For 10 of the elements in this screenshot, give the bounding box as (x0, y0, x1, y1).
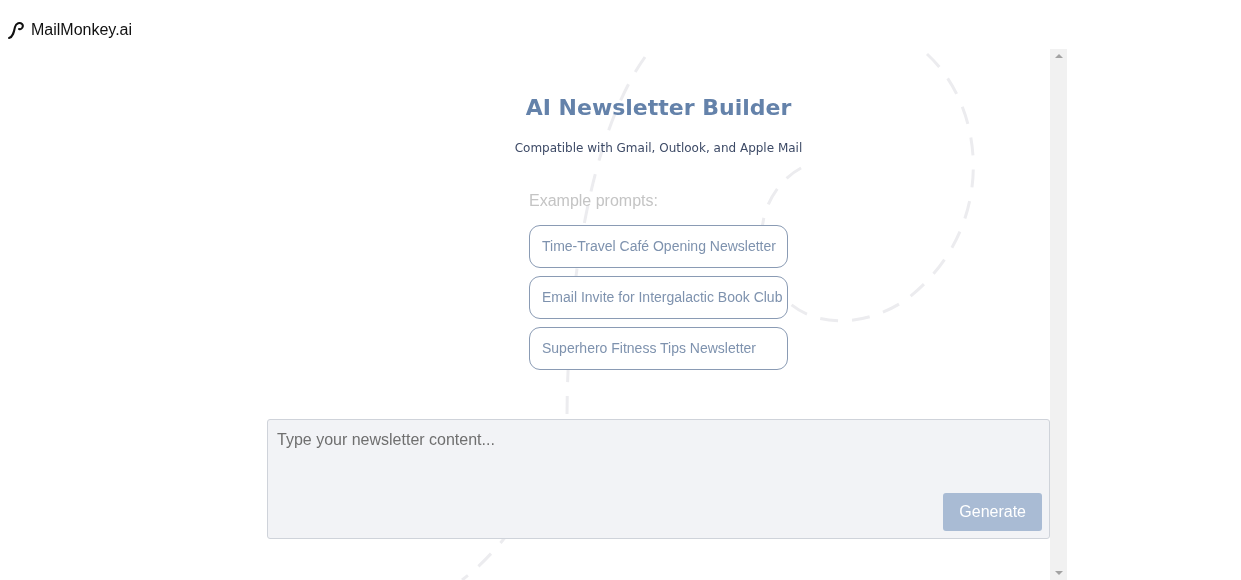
scroll-down-icon[interactable] (1054, 569, 1063, 577)
subtitle: Compatible with Gmail, Outlook, and Apple Mail (514, 140, 803, 158)
prompt-button[interactable]: Email Invite for Intergalactic Book Club (529, 276, 788, 320)
scroll-up-icon[interactable] (1054, 52, 1063, 60)
brand-name: MailMonkey.ai (31, 19, 133, 40)
prompt-button[interactable]: Time-Travel Café Opening Newsletter (529, 225, 788, 269)
page-title: AI Newsletter Builder (525, 95, 792, 122)
logo-icon (7, 19, 27, 40)
prompt-button[interactable]: Superhero Fitness Tips Newsletter (529, 327, 788, 371)
section-label: Example prompts: (529, 191, 659, 212)
